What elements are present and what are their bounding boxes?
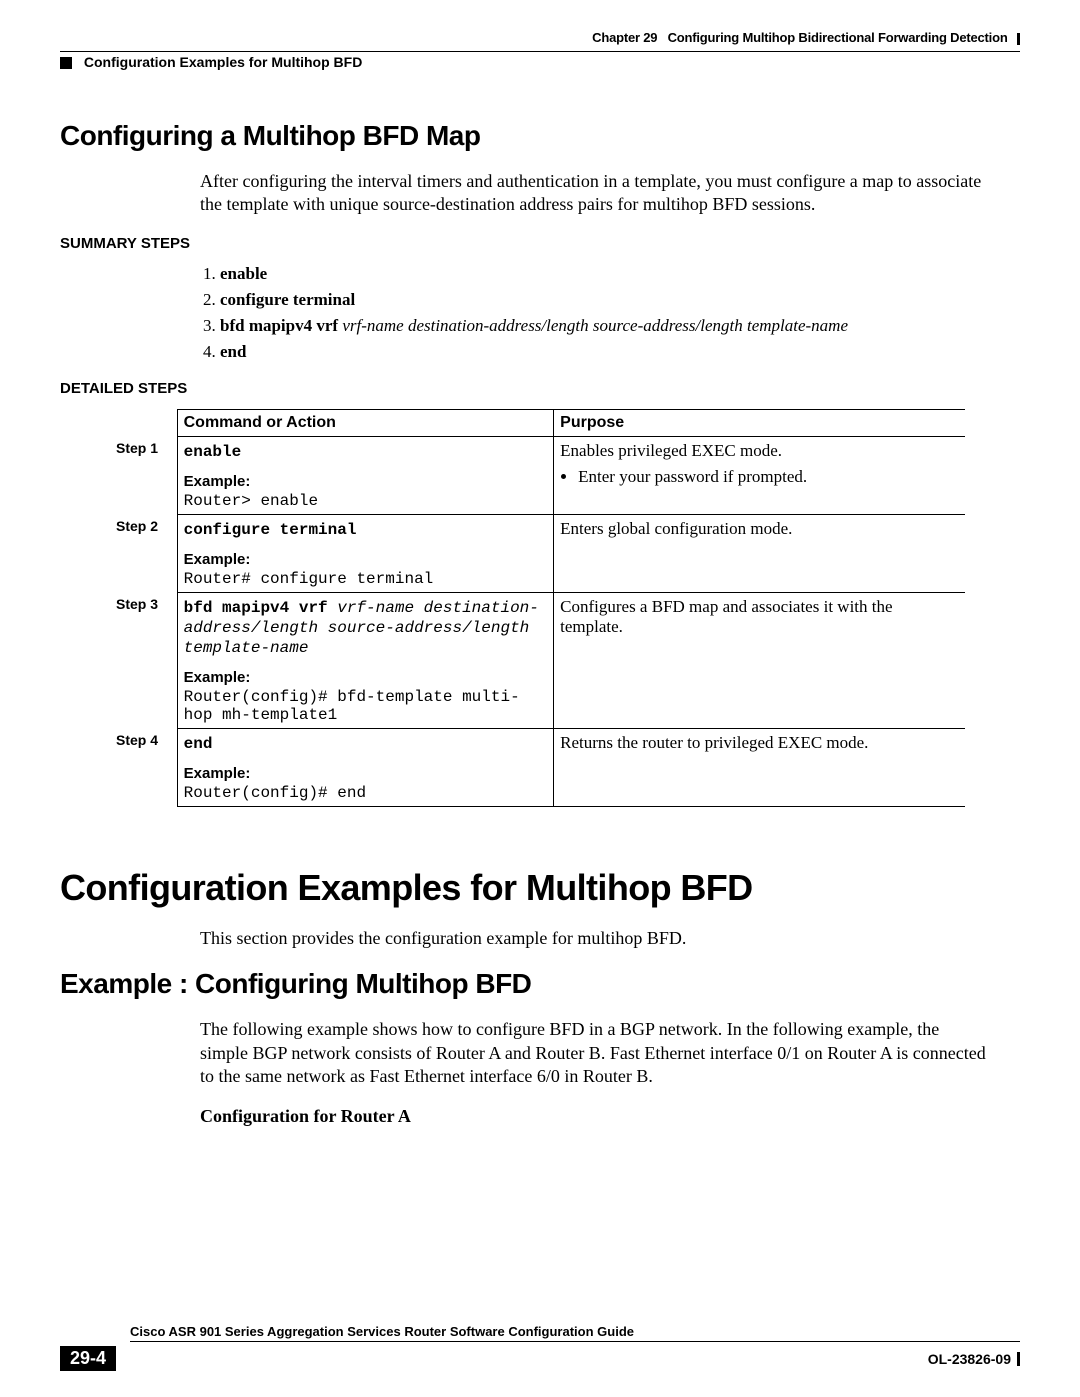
- summary-step-1-cmd: enable: [220, 264, 267, 283]
- summary-step-4: end: [220, 342, 1020, 362]
- command-text: bfd mapipv4 vrf: [184, 599, 338, 617]
- summary-step-1: enable: [220, 264, 1020, 284]
- header-bar-glyph: [1017, 33, 1020, 45]
- heading-example-configuring: Example : Configuring Multihop BFD: [60, 968, 1020, 1000]
- table-row: Step 1 enable Example: Router> enable En…: [110, 436, 965, 514]
- footer-page-number: 29-4: [60, 1346, 116, 1371]
- purpose-text: Enters global configuration mode.: [560, 519, 959, 539]
- summary-step-2: configure terminal: [220, 290, 1020, 310]
- page-subheader: Configuration Examples for Multihop BFD: [60, 51, 1020, 70]
- example-code: Router# configure terminal: [184, 570, 548, 588]
- chapter-label: Chapter 29: [592, 30, 657, 45]
- command-text: configure terminal: [184, 521, 357, 539]
- heading-configuring-map: Configuring a Multihop BFD Map: [60, 120, 1020, 152]
- footer-bar-glyph: [1017, 1352, 1020, 1366]
- router-a-subhead: Configuration for Router A: [200, 1106, 1020, 1127]
- purpose-text: Enables privileged EXEC mode.: [560, 441, 959, 461]
- purpose-text: Returns the router to privileged EXEC mo…: [560, 733, 959, 753]
- step-label: Step 2: [110, 514, 177, 592]
- summary-step-3: bfd mapipv4 vrf vrf-name destination-add…: [220, 316, 1020, 336]
- example-code: Router(config)# bfd-template multi-hop m…: [184, 688, 548, 724]
- table-row: Step 2 configure terminal Example: Route…: [110, 514, 965, 592]
- page-header: Chapter 29 Configuring Multihop Bidirect…: [60, 30, 1020, 45]
- step-command-cell: enable Example: Router> enable: [177, 436, 554, 514]
- section-title: Configuration Examples for Multihop BFD: [84, 54, 362, 70]
- detailed-steps-label: DETAILED STEPS: [60, 380, 1020, 397]
- step-label: Step 1: [110, 436, 177, 514]
- purpose-text: Configures a BFD map and associates it w…: [560, 597, 959, 637]
- step-command-cell: end Example: Router(config)# end: [177, 728, 554, 806]
- table-row: Step 4 end Example: Router(config)# end …: [110, 728, 965, 806]
- step-purpose-cell: Configures a BFD map and associates it w…: [554, 592, 965, 728]
- step-label: Step 3: [110, 592, 177, 728]
- example-code: Router> enable: [184, 492, 548, 510]
- step-purpose-cell: Returns the router to privileged EXEC mo…: [554, 728, 965, 806]
- section-marker-square: [60, 57, 72, 69]
- table-head-command: Command or Action: [177, 409, 554, 436]
- detailed-steps-table: Command or Action Purpose Step 1 enable …: [110, 409, 965, 807]
- footer-doc-number: OL-23826-09: [928, 1351, 1011, 1367]
- page-footer: Cisco ASR 901 Series Aggregation Service…: [60, 1324, 1020, 1371]
- summary-step-2-cmd: configure terminal: [220, 290, 355, 309]
- chapter-title: Configuring Multihop Bidirectional Forwa…: [668, 30, 1008, 45]
- summary-step-3-cmd: bfd mapipv4 vrf: [220, 316, 342, 335]
- intro-paragraph-1: After configuring the interval timers an…: [200, 170, 990, 217]
- summary-step-4-cmd: end: [220, 342, 246, 361]
- summary-steps-list: enable configure terminal bfd mapipv4 vr…: [220, 264, 1020, 362]
- command-text: end: [184, 735, 213, 753]
- example-label: Example:: [184, 473, 548, 490]
- summary-steps-label: SUMMARY STEPS: [60, 235, 1020, 252]
- command-text: enable: [184, 443, 242, 461]
- purpose-bullet: Enter your password if prompted.: [578, 467, 959, 487]
- step-command-cell: configure terminal Example: Router# conf…: [177, 514, 554, 592]
- step-purpose-cell: Enters global configuration mode.: [554, 514, 965, 592]
- step-command-cell: bfd mapipv4 vrf vrf-name destination-add…: [177, 592, 554, 728]
- example-label: Example:: [184, 669, 548, 686]
- example-label: Example:: [184, 551, 548, 568]
- footer-guide-title: Cisco ASR 901 Series Aggregation Service…: [130, 1324, 1020, 1342]
- heading-config-examples: Configuration Examples for Multihop BFD: [60, 867, 1020, 909]
- intro-paragraph-3: The following example shows how to confi…: [200, 1018, 990, 1088]
- example-code: Router(config)# end: [184, 784, 548, 802]
- summary-step-3-var: vrf-name destination-address/length sour…: [342, 316, 848, 335]
- intro-paragraph-2: This section provides the configuration …: [200, 927, 990, 950]
- table-head-purpose: Purpose: [554, 409, 965, 436]
- step-label: Step 4: [110, 728, 177, 806]
- step-purpose-cell: Enables privileged EXEC mode. Enter your…: [554, 436, 965, 514]
- example-label: Example:: [184, 765, 548, 782]
- table-row: Step 3 bfd mapipv4 vrf vrf-name destinat…: [110, 592, 965, 728]
